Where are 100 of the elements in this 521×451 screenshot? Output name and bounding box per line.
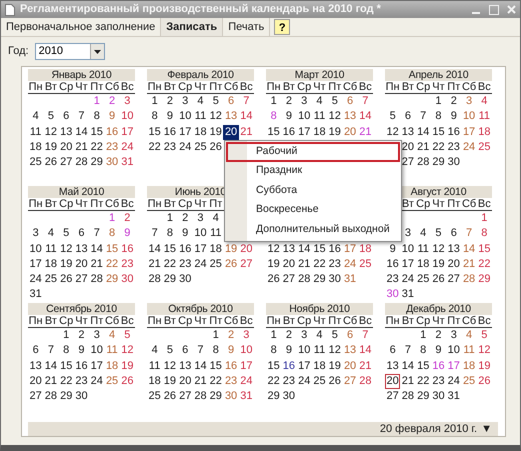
- calendar-day[interactable]: 7: [147, 226, 162, 242]
- calendar-day[interactable]: 3: [296, 94, 312, 110]
- calendar-day[interactable]: 26: [476, 374, 492, 390]
- year-field[interactable]: 2010: [34, 43, 105, 60]
- calendar-day[interactable]: 6: [342, 94, 358, 110]
- toolbar-button[interactable]: Записать: [161, 18, 224, 36]
- calendar-day[interactable]: 20: [178, 374, 193, 390]
- calendar-day[interactable]: 16: [104, 124, 120, 140]
- calendar-day[interactable]: 18: [358, 242, 373, 257]
- calendar-day[interactable]: 31: [342, 272, 358, 288]
- calendar-day[interactable]: 21: [43, 374, 59, 390]
- calendar-day[interactable]: 14: [74, 124, 90, 140]
- calendar-day[interactable]: 16: [178, 242, 193, 257]
- calendar-day[interactable]: 17: [461, 124, 477, 140]
- calendar-day[interactable]: 2: [104, 94, 120, 110]
- calendar-day[interactable]: 9: [162, 109, 178, 125]
- calendar-day[interactable]: 9: [446, 109, 462, 125]
- calendar-day[interactable]: 21: [400, 374, 416, 390]
- calendar-day[interactable]: 8: [208, 343, 224, 359]
- calendar-day[interactable]: 7: [74, 109, 90, 125]
- calendar-day[interactable]: 14: [416, 124, 431, 140]
- calendar-day[interactable]: 25: [28, 155, 44, 170]
- calendar-day[interactable]: 3: [446, 328, 462, 344]
- calendar-day[interactable]: 12: [327, 109, 342, 125]
- calendar-day[interactable]: 17: [89, 358, 104, 374]
- calendar-day[interactable]: 3: [28, 226, 44, 242]
- calendar-day[interactable]: 17: [342, 242, 358, 257]
- calendar-day[interactable]: 12: [120, 343, 135, 359]
- calendar-day[interactable]: 29: [162, 272, 178, 288]
- calendar-day[interactable]: 3: [461, 94, 477, 110]
- calendar-day[interactable]: 6: [385, 343, 400, 359]
- calendar-day[interactable]: 9: [430, 343, 446, 359]
- calendar-day[interactable]: 1: [430, 94, 446, 110]
- calendar-day[interactable]: 1: [147, 94, 162, 110]
- calendar-day[interactable]: 25: [358, 256, 373, 272]
- calendar-day[interactable]: 15: [58, 358, 74, 374]
- calendar-day[interactable]: 15: [89, 124, 104, 140]
- calendar-day[interactable]: 27: [342, 374, 358, 390]
- calendar-day[interactable]: 17: [178, 124, 193, 140]
- calendar-day[interactable]: 23: [162, 140, 178, 156]
- calendar-day[interactable]: 25: [208, 256, 224, 272]
- calendar-day[interactable]: 28: [461, 272, 477, 288]
- calendar-day[interactable]: 19: [327, 124, 342, 140]
- calendar-day[interactable]: 8: [266, 109, 282, 125]
- calendar-day[interactable]: 19: [223, 242, 239, 257]
- calendar-day[interactable]: 27: [385, 389, 400, 404]
- calendar-day[interactable]: 21: [358, 358, 373, 374]
- calendar-day[interactable]: 7: [358, 328, 373, 344]
- calendar-day[interactable]: 4: [104, 328, 120, 344]
- calendar-day[interactable]: 29: [430, 155, 446, 170]
- calendar-day[interactable]: 25: [192, 140, 208, 156]
- calendar-day[interactable]: 10: [446, 343, 462, 359]
- calendar-day[interactable]: 24: [28, 272, 44, 288]
- calendar-day[interactable]: 18: [312, 124, 328, 140]
- calendar-day[interactable]: 29: [104, 272, 120, 288]
- calendar-day[interactable]: 7: [358, 94, 373, 110]
- calendar-day[interactable]: 7: [238, 94, 254, 110]
- calendar-day[interactable]: 20: [400, 140, 416, 156]
- calendar-day[interactable]: 4: [28, 109, 44, 125]
- calendar-day[interactable]: 24: [461, 140, 477, 156]
- calendar-day[interactable]: 3: [89, 328, 104, 344]
- calendar-day[interactable]: 10: [120, 109, 135, 125]
- calendar-day[interactable]: 7: [89, 226, 104, 242]
- calendar-day[interactable]: 23: [446, 140, 462, 156]
- calendar-day[interactable]: 2: [281, 328, 297, 344]
- calendar-day[interactable]: 5: [327, 328, 342, 344]
- calendar-day[interactable]: 13: [28, 358, 44, 374]
- help-button[interactable]: ?: [274, 19, 290, 35]
- calendar-day[interactable]: 19: [430, 256, 446, 272]
- calendar-day[interactable]: 19: [162, 374, 178, 390]
- calendar-day[interactable]: 6: [178, 343, 193, 359]
- calendar-day[interactable]: 14: [358, 343, 373, 359]
- calendar-day[interactable]: 29: [312, 272, 328, 288]
- calendar-day[interactable]: 20: [385, 374, 400, 390]
- calendar-day[interactable]: 16: [74, 358, 90, 374]
- calendar-day[interactable]: 26: [430, 272, 446, 288]
- calendar-day[interactable]: 6: [223, 94, 239, 110]
- calendar-day[interactable]: 30: [281, 389, 297, 404]
- calendar-day[interactable]: 15: [147, 124, 162, 140]
- calendar-day[interactable]: 10: [400, 242, 416, 257]
- calendar-day[interactable]: 23: [223, 374, 239, 390]
- calendar-day[interactable]: 8: [89, 109, 104, 125]
- calendar-day[interactable]: 15: [266, 358, 282, 374]
- calendar-day[interactable]: 1: [208, 328, 224, 344]
- calendar-day[interactable]: 9: [74, 343, 90, 359]
- calendar-day[interactable]: 12: [430, 242, 446, 257]
- calendar-day[interactable]: 10: [28, 242, 44, 257]
- calendar-day[interactable]: 11: [312, 343, 328, 359]
- calendar-day[interactable]: 29: [58, 389, 74, 404]
- calendar-day[interactable]: 21: [461, 256, 477, 272]
- calendar-day[interactable]: 16: [223, 358, 239, 374]
- calendar-day[interactable]: 26: [43, 155, 59, 170]
- calendar-day[interactable]: 24: [342, 256, 358, 272]
- calendar-day[interactable]: 3: [192, 211, 208, 226]
- calendar-day[interactable]: 5: [162, 343, 178, 359]
- calendar-day[interactable]: 3: [178, 94, 193, 110]
- calendar-day[interactable]: 31: [446, 389, 462, 404]
- calendar-day[interactable]: 4: [312, 328, 328, 344]
- calendar-day[interactable]: 18: [192, 124, 208, 140]
- calendar-day[interactable]: 29: [89, 155, 104, 170]
